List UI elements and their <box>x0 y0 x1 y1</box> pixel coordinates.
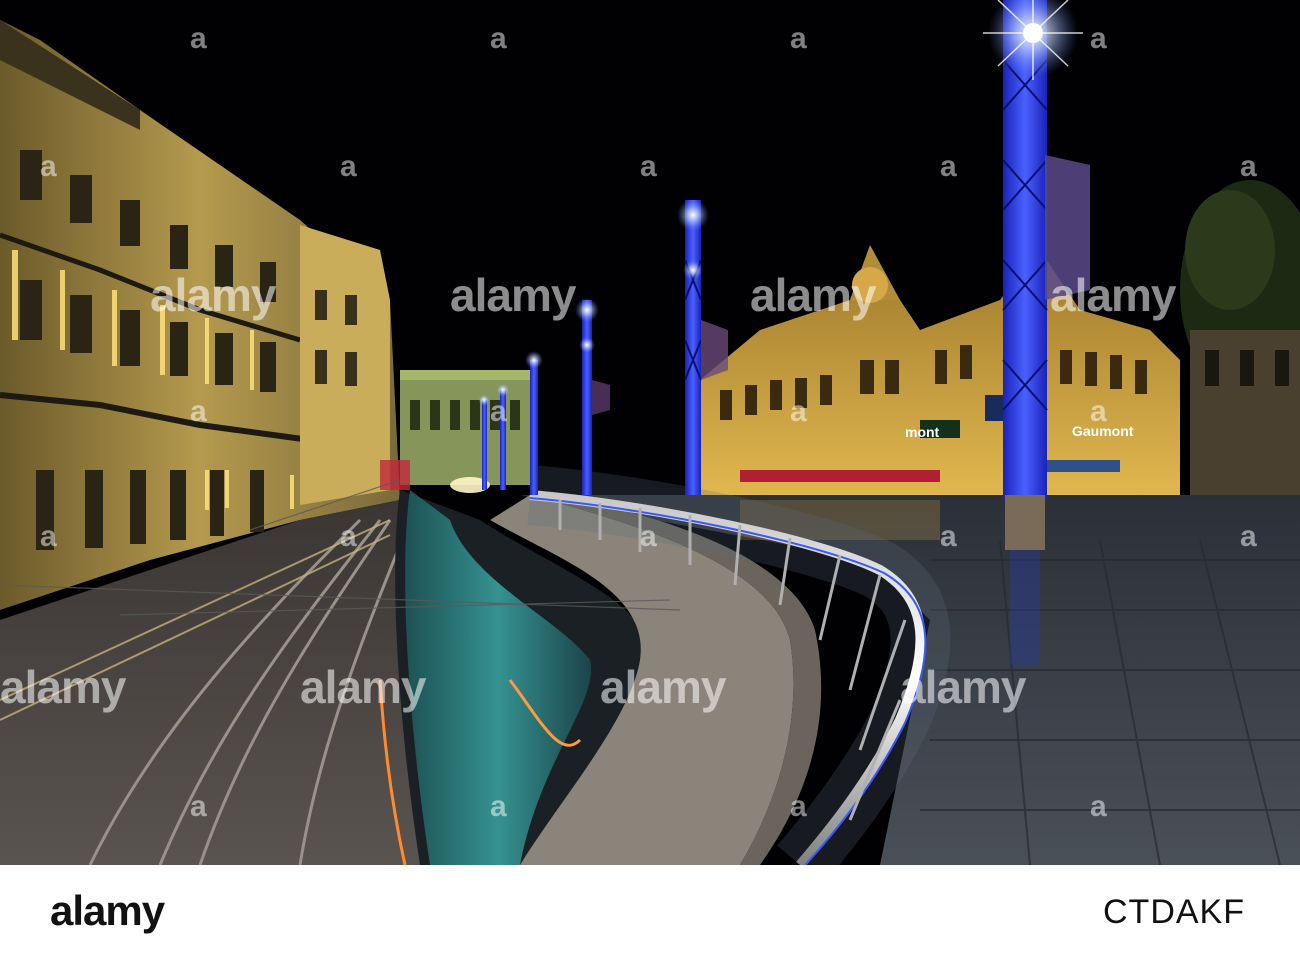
gaumont-sign-left: mont <box>905 424 940 440</box>
alamy-logo: alamy <box>50 887 165 934</box>
opera-house <box>380 370 535 490</box>
stock-footer: alamy CTDAKF <box>0 865 1300 955</box>
scene-illustration: mont Gaumont <box>0 0 1300 865</box>
image-id: CTDAKF <box>1103 893 1245 931</box>
photo-scene: mont Gaumont a a a a a a a a a alamy ala… <box>0 0 1300 865</box>
gaumont-sign-right: Gaumont <box>1072 423 1134 439</box>
